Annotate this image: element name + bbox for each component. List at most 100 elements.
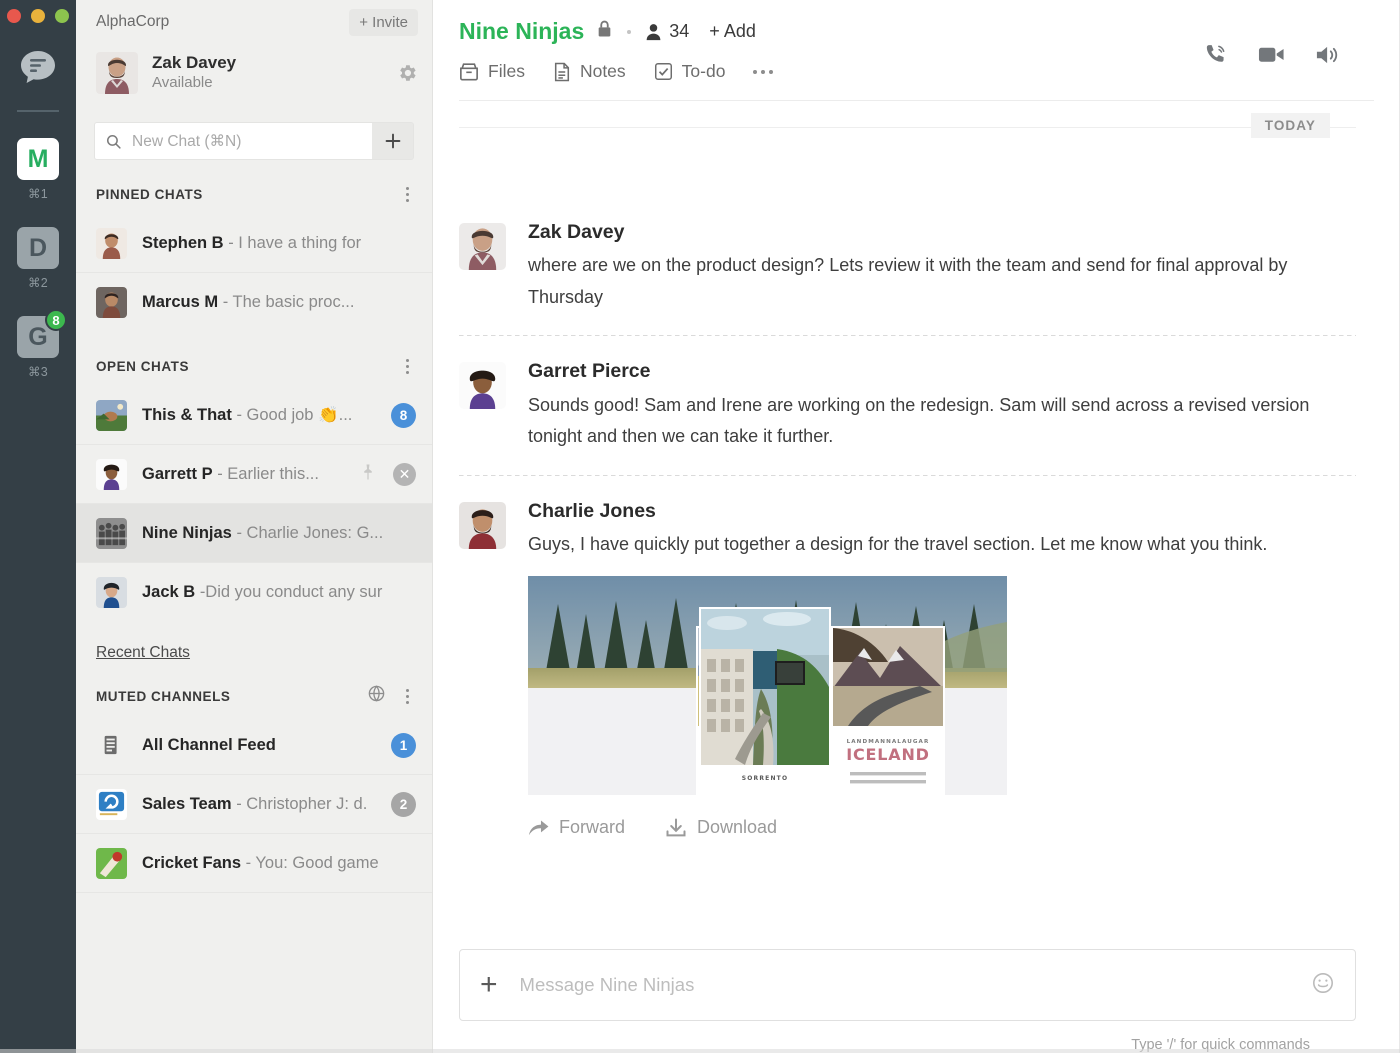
avatar	[96, 848, 127, 879]
speaker-volume-icon[interactable]	[1315, 44, 1340, 71]
spacer	[433, 141, 1400, 219]
window-maximize-button[interactable]	[55, 9, 69, 23]
organization-name: AlphaCorp	[96, 13, 349, 31]
chat-preview: - Charlie Jones: G...	[236, 524, 383, 542]
sidebar-chat-label: Marcus M - The basic proc...	[142, 293, 416, 312]
lock-icon	[596, 19, 613, 44]
workspace-tile-letter[interactable]: D	[17, 227, 59, 269]
window-traffic-lights	[7, 9, 69, 23]
close-circle-icon[interactable]: ✕	[393, 463, 416, 486]
download-button[interactable]: Download	[665, 817, 777, 838]
message-scroll-area[interactable]: TODAY Zak Davey where are we on the prod…	[433, 101, 1400, 949]
svg-text:SORRENTO: SORRENTO	[742, 775, 789, 782]
kebab-menu-icon[interactable]	[398, 687, 416, 705]
message-text: where are we on the product design? Lets…	[528, 250, 1356, 313]
workspace-item-m[interactable]: M ⌘1	[17, 138, 59, 201]
message-item: Charlie Jones Guys, I have quickly put t…	[433, 498, 1400, 839]
tab-label: Files	[488, 61, 525, 82]
chat-name: Stephen B	[142, 234, 224, 252]
avatar	[96, 287, 127, 318]
message-text: Sounds good! Sam and Irene are working o…	[528, 390, 1356, 453]
new-chat-search-row: New Chat (⌘N)	[94, 122, 414, 160]
gear-icon[interactable]	[396, 62, 418, 84]
sidebar-channel-cricket-fans[interactable]: Cricket Fans - You: Good game	[76, 834, 432, 893]
sidebar-channel-sales-team[interactable]: Sales Team - Christopher J: d. 2	[76, 775, 432, 834]
sidebar-channel-all-channel-feed[interactable]: All Channel Feed 1	[76, 716, 432, 775]
section-title: OPEN CHATS	[96, 359, 398, 374]
search-placeholder: New Chat (⌘N)	[132, 132, 241, 151]
message-author: Zak Davey	[528, 219, 1356, 246]
add-member-button[interactable]: + Add	[709, 21, 756, 42]
tab-label: Notes	[580, 61, 626, 82]
chat-preview: - I have a thing for	[228, 234, 361, 252]
sidebar-chat-label: Sales Team - Christopher J: d.	[142, 795, 391, 814]
avatar	[96, 52, 138, 94]
message-item: Zak Davey where are we on the product de…	[433, 219, 1400, 313]
download-icon	[665, 818, 687, 838]
window-minimize-button[interactable]	[31, 9, 45, 23]
sidebar-chat-marcus-m[interactable]: Marcus M - The basic proc...	[76, 273, 432, 332]
phone-call-icon[interactable]	[1203, 42, 1228, 72]
message-body: Garret Pierce Sounds good! Sam and Irene…	[528, 358, 1356, 452]
section-header-muted: MUTED CHANNELS	[76, 676, 432, 716]
ellipsis-icon[interactable]	[753, 70, 773, 74]
attachment-actions: Forward Download	[528, 817, 1356, 838]
tab-todo[interactable]: To-do	[654, 61, 726, 82]
feed-list-icon	[96, 730, 127, 761]
search-input[interactable]: New Chat (⌘N)	[94, 122, 372, 160]
sidebar-chat-jack-b[interactable]: Jack B -Did you conduct any sur	[76, 563, 432, 622]
chat-bubble-logo-icon	[16, 44, 60, 88]
sidebar: AlphaCorp + Invite Zak Davey Available	[76, 0, 433, 1053]
chat-preview: -Did you conduct any sur	[200, 583, 383, 601]
notes-document-icon	[553, 62, 571, 82]
chat-name: Marcus M	[142, 293, 218, 311]
member-count[interactable]: 34	[645, 21, 689, 42]
sidebar-chat-garrett-p[interactable]: Garrett P - Earlier this... ✕	[76, 445, 432, 504]
profile-name: Zak Davey	[152, 53, 396, 73]
header-actions	[1203, 42, 1340, 72]
message-body: Charlie Jones Guys, I have quickly put t…	[528, 498, 1356, 839]
sidebar-chat-nine-ninjas[interactable]: Nine Ninjas - Charlie Jones: G...	[76, 504, 432, 563]
chat-preview: - Earlier this...	[217, 465, 319, 483]
sidebar-chat-stephen-b[interactable]: Stephen B - I have a thing for	[76, 214, 432, 273]
user-profile[interactable]: Zak Davey Available	[76, 44, 432, 100]
section-title: MUTED CHANNELS	[96, 689, 367, 704]
video-camera-icon[interactable]	[1258, 44, 1285, 70]
page-title[interactable]: Nine Ninjas	[459, 18, 584, 45]
new-chat-plus-button[interactable]	[372, 122, 414, 160]
sidebar-chat-this-and-that[interactable]: This & That - Good job 👏... 8	[76, 386, 432, 445]
date-divider-label: TODAY	[1251, 113, 1330, 138]
mute-globe-icon[interactable]	[367, 684, 386, 708]
member-count-value: 34	[669, 21, 689, 42]
sidebar-chat-label: Garrett P - Earlier this...	[142, 465, 359, 484]
avatar	[96, 789, 127, 820]
profile-status: Available	[152, 73, 396, 93]
window-close-button[interactable]	[7, 9, 21, 23]
chat-preview: - Good job 👏...	[236, 406, 352, 424]
message-input[interactable]: + Message Nine Ninjas	[459, 949, 1356, 1021]
tab-files[interactable]: Files	[459, 61, 525, 82]
workspace-item-d[interactable]: D ⌘2	[17, 227, 59, 290]
kebab-menu-icon[interactable]	[398, 185, 416, 203]
chat-name: All Channel Feed	[142, 736, 276, 754]
sidebar-chat-label: Jack B -Did you conduct any sur	[142, 583, 416, 602]
chat-name: Garrett P	[142, 465, 213, 483]
recent-chats-link[interactable]: Recent Chats	[76, 622, 432, 662]
separator-dot	[627, 30, 631, 34]
chat-preview: - Christopher J: d.	[236, 795, 367, 813]
forward-button[interactable]: Forward	[528, 817, 625, 838]
pin-icon[interactable]	[359, 463, 379, 486]
sidebar-top-bar: AlphaCorp + Invite	[76, 0, 432, 44]
invite-button[interactable]: + Invite	[349, 9, 418, 36]
smiley-face-icon[interactable]	[1311, 971, 1335, 1000]
unread-badge: 2	[391, 792, 416, 817]
tab-notes[interactable]: Notes	[553, 61, 626, 82]
workspace-shortcut: ⌘3	[28, 364, 48, 379]
channel-header: Nine Ninjas 34 + Add Files	[433, 0, 1400, 101]
message-image-attachment[interactable]: TATRA MOUNTAINS SLOVAKIA	[528, 576, 1007, 795]
plus-icon[interactable]: +	[480, 970, 498, 1000]
workspace-tile-letter[interactable]: M	[17, 138, 59, 180]
kebab-menu-icon[interactable]	[398, 357, 416, 375]
message-input-placeholder: Message Nine Ninjas	[520, 974, 1311, 996]
workspace-item-g[interactable]: G 8 ⌘3	[17, 316, 59, 379]
